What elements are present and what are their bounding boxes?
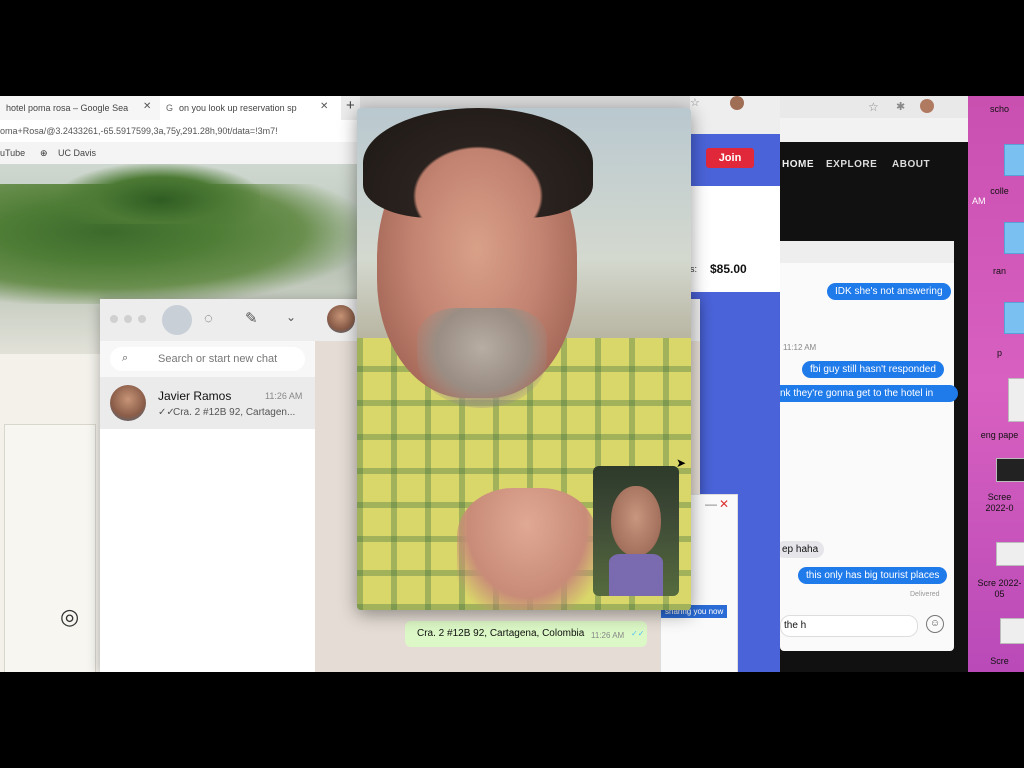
tab-label: hotel poma rosa – Google Sea xyxy=(6,103,129,113)
document-icon[interactable] xyxy=(1008,378,1024,422)
message-text: Cra. 2 #12B 92, Cartagena, Colombia xyxy=(417,628,585,639)
incoming-bubble: ep haha xyxy=(776,541,825,558)
bookmark-ucdavis[interactable]: UC Davis xyxy=(58,142,96,164)
price-value: $85.00 xyxy=(710,262,747,276)
message-timestamp: 11:12 AM xyxy=(783,343,817,352)
message-input-value: the h xyxy=(784,620,807,631)
desktop-item-screenshot-1[interactable]: Scree 2022-0 xyxy=(975,492,1024,514)
chat-sidebar: ◌ ✎ ⌄ ⌕ Search or start new chat Javier … xyxy=(100,299,315,672)
message-bubble: nk they're gonna get to the hotel in xyxy=(772,385,958,402)
booking-header: Join xyxy=(690,134,780,186)
bookmark-icon: ⊕ xyxy=(40,148,48,158)
message-bubble: IDK she's not answering xyxy=(827,283,951,300)
user-avatar[interactable] xyxy=(162,305,192,335)
tab-reservation[interactable]: G on you look up reservation sp xyxy=(160,96,341,120)
mouse-cursor-icon: ➤ xyxy=(676,456,687,470)
foliage xyxy=(60,164,260,224)
bookmarks-bar: uTube ⊕ UC Davis xyxy=(0,142,360,164)
contact-time: 11:26 AM xyxy=(265,391,303,401)
nav-about[interactable]: ABOUT xyxy=(892,159,930,170)
close-icon[interactable]: ✕ xyxy=(719,497,729,511)
self-view-face xyxy=(611,486,661,556)
star-icon[interactable]: ☆ xyxy=(690,96,700,109)
message-time: 11:26 AM xyxy=(591,631,625,640)
messages-titlebar xyxy=(780,241,954,263)
nav-home[interactable]: HOME xyxy=(782,159,814,170)
bookmark-youtube[interactable]: uTube xyxy=(0,142,25,164)
contact-name: Javier Ramos xyxy=(158,389,232,403)
tab-label: on you look up reservation sp xyxy=(179,103,297,113)
address-bar xyxy=(780,118,968,142)
message-bubble: this only has big tourist places xyxy=(798,567,948,584)
self-view-shirt xyxy=(609,554,663,596)
message-input[interactable]: the h xyxy=(780,615,918,637)
join-button[interactable]: Join xyxy=(706,148,754,168)
door xyxy=(4,424,96,672)
desktop-item-p[interactable]: p xyxy=(975,348,1024,359)
close-tab-icon[interactable]: ✕ xyxy=(143,101,151,112)
message-bubble-outgoing: Cra. 2 #12B 92, Cartagena, Colombia 11:2… xyxy=(405,621,647,647)
remote-video-hand xyxy=(457,488,597,610)
read-check-icon: ✓✓ xyxy=(631,629,645,638)
contact-avatar xyxy=(110,385,146,421)
extensions-icon[interactable]: ✱ xyxy=(896,100,905,113)
search-placeholder: Search or start new chat xyxy=(158,353,278,365)
price-prefix: s: xyxy=(690,264,698,274)
search-icon: ⌕ xyxy=(122,352,129,364)
window-close-dot[interactable] xyxy=(110,315,118,323)
door-knocker-icon: ◎ xyxy=(60,604,80,629)
window-minimize-dot[interactable] xyxy=(124,315,132,323)
contact-preview: Cra. 2 #12B 92, Cartagen... xyxy=(173,407,296,418)
url-bar[interactable]: oma+Rosa/@3.2433261,-65.5917599,3a,75y,2… xyxy=(0,120,360,142)
browser-toolbar: ☆ ✱ xyxy=(780,96,968,118)
search-input[interactable]: ⌕ Search or start new chat xyxy=(110,347,305,371)
booking-price-panel: s: $85.00 xyxy=(690,186,780,292)
remote-video-hair xyxy=(363,108,593,218)
folder-icon[interactable] xyxy=(1004,302,1024,334)
folder-icon[interactable] xyxy=(1004,222,1024,254)
chat-list-item[interactable]: Javier Ramos 11:26 AM ✓✓ Cra. 2 #12B 92,… xyxy=(100,377,315,429)
new-tab-icon[interactable]: + xyxy=(346,97,355,114)
screenshot-icon[interactable] xyxy=(996,458,1024,482)
messages-window: IDK she's not answering 11:12 AM fbi guy… xyxy=(772,241,958,651)
nav-explore[interactable]: EXPLORE xyxy=(826,159,877,170)
new-chat-icon[interactable]: ✎ xyxy=(245,309,258,327)
desktop-item-ran[interactable]: ran xyxy=(975,266,1024,277)
desktop-item-scho[interactable]: scho xyxy=(975,104,1024,115)
message-bubble: fbi guy still hasn't responded xyxy=(802,361,944,378)
self-view-video[interactable] xyxy=(593,466,679,596)
search-container: ⌕ Search or start new chat xyxy=(100,341,315,377)
tab-hotel-search[interactable]: hotel poma rosa – Google Sea xyxy=(0,96,161,120)
chat-avatar[interactable] xyxy=(327,305,355,333)
desktop-item-eng-paper[interactable]: eng pape xyxy=(975,430,1024,441)
profile-avatar[interactable] xyxy=(920,99,934,113)
delivered-label: Delivered xyxy=(910,591,940,598)
window-maximize-dot[interactable] xyxy=(138,315,146,323)
star-icon[interactable]: ☆ xyxy=(868,100,879,114)
emoji-icon[interactable]: ☺ xyxy=(926,615,944,633)
video-call-window xyxy=(357,108,691,610)
booking-toolbar: ☆ xyxy=(690,96,780,134)
remote-video-beard xyxy=(417,308,547,408)
close-tab-icon[interactable]: ✕ xyxy=(320,101,328,112)
desktop-item-screenshot-2[interactable]: Scre 2022-05 xyxy=(975,578,1024,600)
status-icon[interactable]: ◌ xyxy=(204,310,213,327)
screenshot-icon[interactable] xyxy=(996,542,1024,566)
screenshot-icon[interactable] xyxy=(1000,618,1024,644)
sidebar-header: ◌ ✎ ⌄ xyxy=(100,299,315,341)
url-text: oma+Rosa/@3.2433261,-65.5917599,3a,75y,2… xyxy=(0,126,278,136)
chevron-down-icon[interactable]: ⌄ xyxy=(286,310,296,324)
folder-icon[interactable] xyxy=(1004,144,1024,176)
profile-avatar[interactable] xyxy=(730,96,744,110)
minimize-icon[interactable]: — xyxy=(705,497,717,511)
desktop-screen: scho colle ran p eng pape Scree 2022-0 S… xyxy=(0,96,1024,672)
google-icon: G xyxy=(166,103,174,113)
time-label: AM xyxy=(972,196,986,206)
desktop-item-screenshot-3[interactable]: Scre xyxy=(975,656,1024,667)
